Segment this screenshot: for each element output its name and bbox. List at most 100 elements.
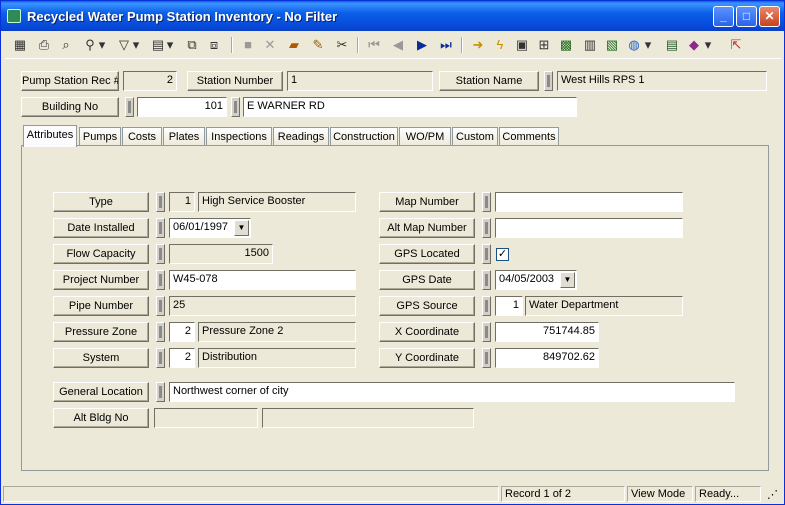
chevron-down-icon[interactable]: ▾ bbox=[97, 36, 107, 54]
map-number-button[interactable]: Map Number bbox=[379, 192, 475, 212]
type-code-field[interactable]: 1 bbox=[169, 192, 195, 212]
chevron-down-icon[interactable]: ▼ bbox=[560, 272, 575, 288]
system-description-field: Distribution bbox=[198, 348, 356, 368]
field-lock-icon bbox=[156, 244, 165, 264]
copy-icon[interactable]: ⧉ bbox=[183, 36, 201, 54]
system-code-field[interactable]: 2 bbox=[169, 348, 195, 368]
tab-costs[interactable]: Costs bbox=[122, 127, 162, 146]
field-lock-icon bbox=[482, 244, 491, 264]
cut-icon[interactable]: ✂ bbox=[333, 36, 351, 54]
tab-attributes[interactable]: Attributes bbox=[23, 125, 77, 147]
gis-map-icon[interactable]: ▧ bbox=[603, 36, 621, 54]
gps-located-button[interactable]: GPS Located bbox=[379, 244, 475, 264]
chevron-down-icon[interactable]: ▾ bbox=[703, 36, 713, 54]
goto-arrow-icon[interactable]: ➜ bbox=[469, 36, 487, 54]
building-street-field[interactable]: E WARNER RD bbox=[243, 97, 577, 117]
record-count-status: Record 1 of 2 bbox=[501, 486, 625, 502]
station-name-button[interactable]: Station Name bbox=[439, 71, 539, 91]
chevron-down-icon[interactable]: ▼ bbox=[234, 220, 249, 236]
lightning-icon[interactable]: ϟ bbox=[491, 36, 509, 54]
general-location-field[interactable]: Northwest corner of city bbox=[169, 382, 735, 402]
pressure-zone-button[interactable]: Pressure Zone bbox=[53, 322, 149, 342]
previous-record-icon[interactable]: ◀ bbox=[389, 36, 407, 54]
gps-source-code-field[interactable]: 1 bbox=[495, 296, 523, 316]
gps-date-picker[interactable]: 04/05/2003 ▼ bbox=[495, 270, 577, 290]
next-record-icon[interactable]: ▶ bbox=[413, 36, 431, 54]
date-installed-picker[interactable]: 06/01/1997 ▼ bbox=[169, 218, 251, 238]
find-records-icon[interactable]: ▣ bbox=[513, 36, 531, 54]
duplicate-icon[interactable]: ⧈ bbox=[205, 36, 223, 54]
globe-icon[interactable]: ◍ bbox=[625, 36, 643, 54]
gps-source-description-field: Water Department bbox=[525, 296, 683, 316]
project-number-field[interactable]: W45-078 bbox=[169, 270, 356, 290]
pump-station-rec-button[interactable]: Pump Station Rec # bbox=[21, 71, 119, 91]
tab-comments[interactable]: Comments bbox=[499, 127, 559, 146]
book-icon[interactable]: ◆ bbox=[685, 36, 703, 54]
preview-icon[interactable]: ⌕ bbox=[57, 36, 75, 54]
tab-construction[interactable]: Construction bbox=[330, 127, 398, 146]
minimize-button[interactable]: _ bbox=[713, 6, 734, 27]
spreadsheet-icon[interactable]: ▤ bbox=[663, 36, 681, 54]
station-name-field[interactable]: West Hills RPS 1 bbox=[557, 71, 767, 91]
gps-source-button[interactable]: GPS Source bbox=[379, 296, 475, 316]
tab-readings[interactable]: Readings bbox=[273, 127, 329, 146]
field-lock-icon bbox=[125, 97, 134, 117]
grid-icon[interactable]: ▦ bbox=[11, 36, 29, 54]
tab-pumps[interactable]: Pumps bbox=[79, 127, 121, 146]
alt-bldg-no-field[interactable] bbox=[154, 408, 258, 428]
building-no-field[interactable]: 101 bbox=[137, 97, 227, 117]
calculator-icon[interactable]: ▥ bbox=[581, 36, 599, 54]
chevron-down-icon[interactable]: ▾ bbox=[165, 36, 175, 54]
pipe-number-button[interactable]: Pipe Number bbox=[53, 296, 149, 316]
app-icon bbox=[7, 9, 21, 23]
title-bar[interactable]: Recycled Water Pump Station Inventory - … bbox=[1, 1, 784, 31]
books-icon[interactable]: ▰ bbox=[285, 36, 303, 54]
map-number-field[interactable] bbox=[495, 192, 683, 212]
pump-station-rec-field: 2 bbox=[123, 71, 177, 91]
tab-plates[interactable]: Plates bbox=[163, 127, 205, 146]
type-button[interactable]: Type bbox=[53, 192, 149, 212]
size-grip-icon[interactable]: ⋰ bbox=[763, 486, 781, 502]
field-lock-icon bbox=[156, 348, 165, 368]
x-coordinate-field[interactable]: 751744.85 bbox=[495, 322, 599, 342]
general-location-button[interactable]: General Location bbox=[53, 382, 149, 402]
alt-bldg-no-button[interactable]: Alt Bldg No bbox=[53, 408, 149, 428]
first-record-icon[interactable]: ⏮ bbox=[365, 36, 383, 54]
project-number-button[interactable]: Project Number bbox=[53, 270, 149, 290]
gps-located-checkbox[interactable]: ✓ bbox=[496, 248, 509, 261]
hierarchy-icon[interactable]: ⊞ bbox=[535, 36, 553, 54]
tab-wo-pm[interactable]: WO/PM bbox=[399, 127, 451, 146]
delete-icon[interactable]: ✕ bbox=[261, 36, 279, 54]
y-coordinate-button[interactable]: Y Coordinate bbox=[379, 348, 475, 368]
tab-inspections[interactable]: Inspections bbox=[206, 127, 272, 146]
alt-bldg-street-field[interactable] bbox=[262, 408, 474, 428]
pressure-zone-code-field[interactable]: 2 bbox=[169, 322, 195, 342]
edit-pencil-icon[interactable]: ✎ bbox=[309, 36, 327, 54]
maximize-button[interactable]: □ bbox=[736, 6, 757, 27]
map-icon[interactable]: ▩ bbox=[557, 36, 575, 54]
window-title: Recycled Water Pump Station Inventory - … bbox=[27, 9, 338, 24]
alt-map-number-button[interactable]: Alt Map Number bbox=[379, 218, 475, 238]
exit-icon[interactable]: ⇱ bbox=[727, 36, 745, 54]
last-record-icon[interactable]: ⏭ bbox=[437, 36, 455, 54]
chevron-down-icon[interactable]: ▾ bbox=[131, 36, 141, 54]
building-no-button[interactable]: Building No bbox=[21, 97, 119, 117]
alt-map-number-field[interactable] bbox=[495, 218, 683, 238]
x-coordinate-button[interactable]: X Coordinate bbox=[379, 322, 475, 342]
date-installed-button[interactable]: Date Installed bbox=[53, 218, 149, 238]
close-button[interactable]: ✕ bbox=[759, 6, 780, 27]
station-number-field[interactable]: 1 bbox=[287, 71, 433, 91]
gps-date-button[interactable]: GPS Date bbox=[379, 270, 475, 290]
tab-custom[interactable]: Custom bbox=[452, 127, 498, 146]
print-icon[interactable]: ⎙ bbox=[35, 36, 53, 54]
chevron-down-icon[interactable]: ▾ bbox=[643, 36, 653, 54]
pipe-number-field[interactable]: 25 bbox=[169, 296, 356, 316]
flow-capacity-field[interactable]: 1500 bbox=[169, 244, 273, 264]
station-number-button[interactable]: Station Number bbox=[187, 71, 283, 91]
field-lock-icon bbox=[156, 296, 165, 316]
field-lock-icon bbox=[544, 71, 553, 91]
flow-capacity-button[interactable]: Flow Capacity bbox=[53, 244, 149, 264]
y-coordinate-field[interactable]: 849702.62 bbox=[495, 348, 599, 368]
system-button[interactable]: System bbox=[53, 348, 149, 368]
save-icon[interactable]: ■ bbox=[239, 36, 257, 54]
